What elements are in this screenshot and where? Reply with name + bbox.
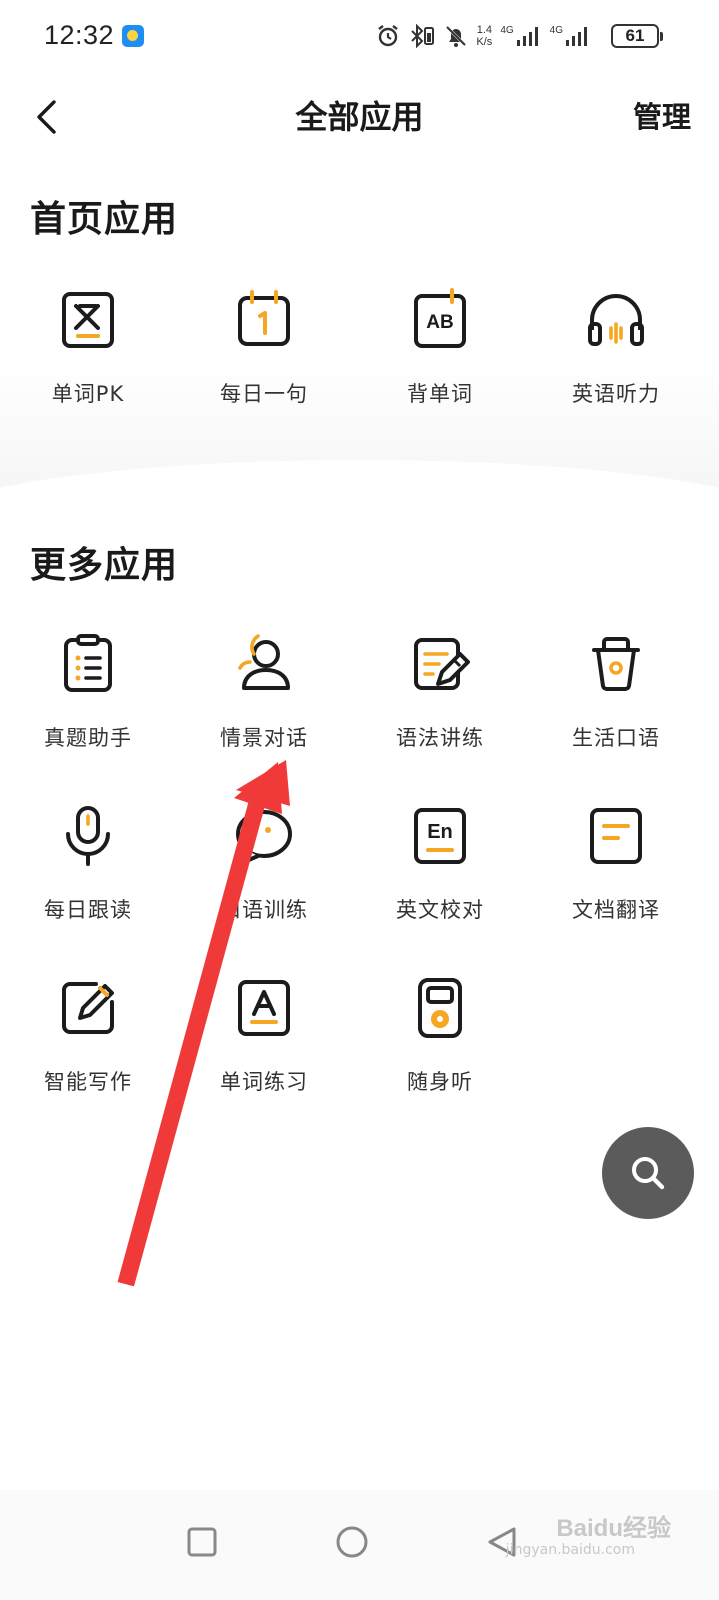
battery-indicator: 61 (611, 24, 663, 48)
app-word-practice[interactable]: 单词练习 (176, 976, 352, 1126)
app-portable-listen[interactable]: 随身听 (352, 976, 528, 1126)
microphone-icon (66, 806, 110, 866)
more-section-title: 更多应用 (30, 545, 179, 586)
document-icon (590, 808, 642, 864)
recent-apps-button[interactable] (172, 1512, 232, 1572)
watermark-logo: Baidu经验 (556, 1515, 671, 1542)
circle-icon (336, 1526, 368, 1558)
svg-text:En: En (427, 821, 453, 843)
search-icon (632, 1157, 665, 1190)
music-player-icon (418, 978, 462, 1038)
search-fab-button[interactable] (602, 1127, 694, 1219)
home-button[interactable] (322, 1512, 382, 1572)
app-label: 真题助手 (44, 726, 132, 750)
app-label: 英语听力 (572, 382, 660, 406)
signal-1: 4G (500, 25, 541, 47)
app-label: 英文校对 (396, 898, 484, 922)
edit-note-icon (414, 638, 470, 690)
app-document-translate[interactable]: 文档翻译 (528, 804, 704, 954)
chat-bubble-icon (236, 810, 292, 864)
app-speaking-training[interactable]: 口语训练 (176, 804, 352, 954)
app-grammar-practice[interactable]: 语法讲练 (352, 632, 528, 782)
pencil-write-icon (62, 982, 114, 1034)
mute-bell-icon (446, 25, 467, 47)
bluetooth-icon (411, 24, 435, 48)
app-memorize-words[interactable]: AB 背单词 (352, 288, 528, 438)
page-title: 全部应用 (295, 98, 424, 136)
person-icon (238, 634, 290, 690)
app-label: 单词PK (51, 382, 125, 406)
signal-bars-icon (566, 27, 587, 46)
alarm-icon (378, 25, 399, 47)
app-label: 每日一句 (220, 382, 308, 406)
status-icons: 1.4 K/s 4G 4G (376, 22, 591, 50)
app-english-listening[interactable]: 英语听力 (528, 288, 704, 438)
app-label: 智能写作 (44, 1070, 132, 1094)
clipboard-icon (64, 634, 112, 692)
manage-button[interactable]: 管理 (633, 94, 691, 136)
svg-text:AB: AB (426, 312, 453, 333)
status-bar: 12:32 1.4 K/s 4G 4G 61 (0, 0, 719, 72)
app-label: 生活口语 (572, 726, 660, 750)
network-speed: 1.4 K/s (476, 24, 493, 48)
app-word-pk[interactable]: 单词PK (0, 288, 176, 438)
calendar-icon (238, 290, 290, 346)
app-label: 语法讲练 (396, 726, 484, 750)
headphones-icon (588, 294, 644, 346)
app-label: 随身听 (407, 1070, 473, 1094)
app-label: 文档翻译 (572, 898, 660, 922)
ab-card-icon: AB (414, 288, 466, 348)
app-label: 每日跟读 (44, 898, 132, 922)
square-icon (187, 1527, 217, 1557)
status-time: 12:32 (44, 20, 115, 50)
app-daily-sentence[interactable]: 每日一句 (176, 288, 352, 438)
app-label: 背单词 (407, 382, 473, 406)
word-pk-icon (62, 292, 114, 348)
app-header: 全部应用 管理 (0, 82, 719, 152)
weather-icon (122, 25, 144, 47)
watermark-url: jingyan.baidu.com (505, 1542, 635, 1558)
signal-bars-icon (516, 27, 538, 46)
signal-2: 4G (550, 25, 591, 47)
app-scenario-dialogue[interactable]: 情景对话 (176, 632, 352, 782)
system-nav-bar: Baidu经验 jingyan.baidu.com (0, 1490, 719, 1600)
app-english-proofread[interactable]: En 英文校对 (352, 804, 528, 954)
app-smart-writing[interactable]: 智能写作 (0, 976, 176, 1126)
app-label: 口语训练 (220, 898, 308, 922)
app-daily-speaking[interactable]: 生活口语 (528, 632, 704, 782)
home-section-title: 首页应用 (30, 199, 179, 240)
app-label: 情景对话 (220, 726, 308, 750)
app-exam-helper[interactable]: 真题助手 (0, 632, 176, 782)
app-label: 单词练习 (220, 1070, 308, 1094)
en-check-icon: En (414, 808, 466, 864)
cup-icon (592, 637, 640, 691)
app-daily-shadowing[interactable]: 每日跟读 (0, 804, 176, 954)
letter-a-icon (238, 980, 290, 1036)
